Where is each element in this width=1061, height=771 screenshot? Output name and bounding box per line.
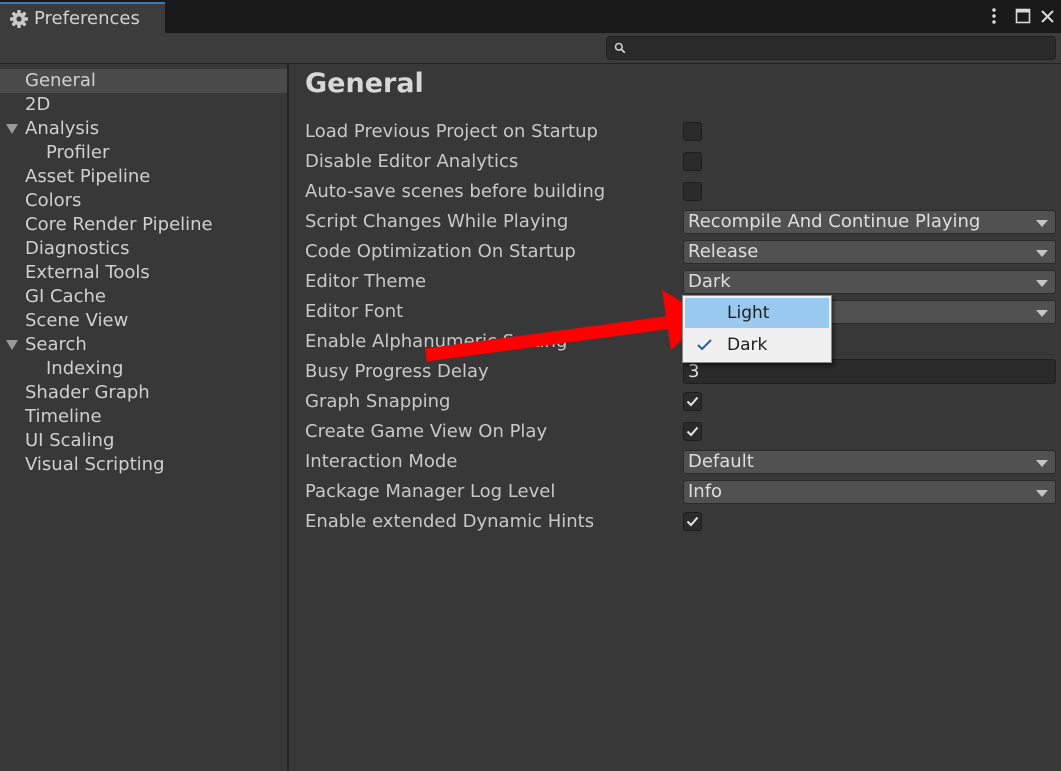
sidebar-item-label: External Tools — [25, 262, 150, 283]
sidebar-item-label: Analysis — [25, 118, 100, 139]
sidebar-item-label: UI Scaling — [25, 430, 115, 451]
sidebar-item-label: Asset Pipeline — [25, 166, 151, 187]
sidebar-item-label: Search — [25, 334, 87, 355]
chevron-down-icon — [1036, 460, 1048, 467]
sidebar-item-external-tools[interactable]: External Tools — [0, 261, 287, 285]
tab-title: Preferences — [34, 8, 140, 29]
sidebar-item-2d[interactable]: 2D — [0, 93, 287, 117]
script-changes-dropdown[interactable]: Recompile And Continue Playing — [683, 210, 1056, 234]
setting-label: Graph Snapping — [305, 391, 451, 412]
sidebar-item-search[interactable]: Search — [0, 333, 287, 357]
sidebar-item-label: Colors — [25, 190, 82, 211]
sidebar-item-label: Indexing — [46, 358, 124, 379]
checkmark-icon — [686, 396, 699, 407]
checkmark-icon — [697, 339, 712, 351]
menu-item-label: Light — [727, 303, 770, 323]
sidebar-item-core-render-pipeline[interactable]: Core Render Pipeline — [0, 213, 287, 237]
sidebar-item-label: Shader Graph — [25, 382, 150, 403]
sidebar-item-label: Diagnostics — [25, 238, 130, 259]
chevron-down-icon — [1036, 250, 1048, 257]
checkmark-icon — [686, 516, 699, 527]
foldout-expanded-icon[interactable] — [6, 124, 18, 134]
setting-label: Create Game View On Play — [305, 421, 548, 442]
setting-label: Busy Progress Delay — [305, 361, 489, 382]
chevron-down-icon — [1036, 280, 1048, 287]
title-bar: Preferences — [0, 0, 1061, 33]
settings-panel: General Load Previous Project on Startup… — [289, 64, 1061, 771]
sidebar-item-label: Timeline — [25, 406, 102, 427]
dropdown-value: Dark — [688, 271, 731, 292]
editor-theme-dropdown[interactable]: Dark — [683, 270, 1056, 294]
chevron-down-icon — [1036, 220, 1048, 227]
sidebar-item-general[interactable]: General — [0, 69, 287, 93]
search-field[interactable] — [606, 36, 1056, 60]
setting-label: Code Optimization On Startup — [305, 241, 576, 262]
sidebar-item-label: GI Cache — [25, 286, 106, 307]
dynamic-hints-checkbox[interactable] — [683, 512, 702, 531]
load-previous-project-checkbox[interactable] — [683, 122, 702, 141]
sidebar-item-label: Visual Scripting — [25, 454, 165, 475]
search-icon — [614, 42, 626, 54]
setting-label: Editor Theme — [305, 271, 427, 292]
checkmark-icon — [686, 426, 699, 437]
code-optimization-dropdown[interactable]: Release — [683, 240, 1056, 264]
sidebar-item-visual-scripting[interactable]: Visual Scripting — [0, 453, 287, 477]
maximize-icon[interactable] — [1012, 4, 1034, 28]
foldout-expanded-icon[interactable] — [6, 340, 18, 350]
setting-label: Enable extended Dynamic Hints — [305, 511, 595, 532]
menu-item-label: Dark — [727, 335, 768, 355]
sidebar-item-scene-view[interactable]: Scene View — [0, 309, 287, 333]
sidebar-item-ui-scaling[interactable]: UI Scaling — [0, 429, 287, 453]
more-vert-icon[interactable] — [985, 4, 1003, 28]
sidebar-item-profiler[interactable]: Profiler — [0, 141, 287, 165]
sidebar-item-colors[interactable]: Colors — [0, 189, 287, 213]
setting-label: Enable Alphanumeric Sorting — [305, 331, 568, 352]
sidebar-item-label: Profiler — [46, 142, 110, 163]
number-value: 3 — [688, 361, 700, 382]
theme-dropdown-menu: Light Dark — [682, 295, 832, 363]
setting-label: Script Changes While Playing — [305, 211, 569, 232]
sidebar: General 2D Analysis Profiler Asset Pipel… — [0, 64, 289, 771]
setting-label: Interaction Mode — [305, 451, 458, 472]
setting-label: Load Previous Project on Startup — [305, 121, 598, 142]
chevron-down-icon — [1036, 310, 1048, 317]
dropdown-value: Release — [688, 241, 759, 262]
menu-item-dark[interactable]: Dark — [685, 330, 829, 360]
setting-label: Disable Editor Analytics — [305, 151, 519, 172]
sidebar-item-indexing[interactable]: Indexing — [0, 357, 287, 381]
page-title: General — [305, 68, 424, 99]
preferences-window: Preferences General 2D Analysis Profiler… — [0, 0, 1061, 771]
dropdown-value: Recompile And Continue Playing — [688, 211, 981, 232]
sidebar-item-label: Core Render Pipeline — [25, 214, 213, 235]
preferences-tab[interactable]: Preferences — [0, 2, 165, 33]
setting-label: Auto-save scenes before building — [305, 181, 606, 202]
sidebar-item-gi-cache[interactable]: GI Cache — [0, 285, 287, 309]
menu-item-light[interactable]: Light — [685, 298, 829, 328]
dropdown-value: Info — [688, 481, 723, 502]
create-game-view-checkbox[interactable] — [683, 422, 702, 441]
sidebar-item-asset-pipeline[interactable]: Asset Pipeline — [0, 165, 287, 189]
interaction-mode-dropdown[interactable]: Default — [683, 450, 1056, 474]
disable-editor-analytics-checkbox[interactable] — [683, 152, 702, 171]
sidebar-item-diagnostics[interactable]: Diagnostics — [0, 237, 287, 261]
sidebar-item-label: 2D — [25, 94, 51, 115]
gear-icon — [10, 9, 28, 28]
close-icon[interactable] — [1036, 4, 1058, 28]
sidebar-item-shader-graph[interactable]: Shader Graph — [0, 381, 287, 405]
search-input[interactable] — [628, 39, 1052, 57]
package-manager-log-level-dropdown[interactable]: Info — [683, 480, 1056, 504]
auto-save-scenes-checkbox[interactable] — [683, 182, 702, 201]
setting-label: Package Manager Log Level — [305, 481, 556, 502]
chevron-down-icon — [1036, 490, 1048, 497]
sidebar-item-label: Scene View — [25, 310, 129, 331]
dropdown-value: Default — [688, 451, 754, 472]
sidebar-item-label: General — [25, 70, 96, 91]
graph-snapping-checkbox[interactable] — [683, 392, 702, 411]
sidebar-item-timeline[interactable]: Timeline — [0, 405, 287, 429]
setting-label: Editor Font — [305, 301, 404, 322]
sidebar-item-analysis[interactable]: Analysis — [0, 117, 287, 141]
